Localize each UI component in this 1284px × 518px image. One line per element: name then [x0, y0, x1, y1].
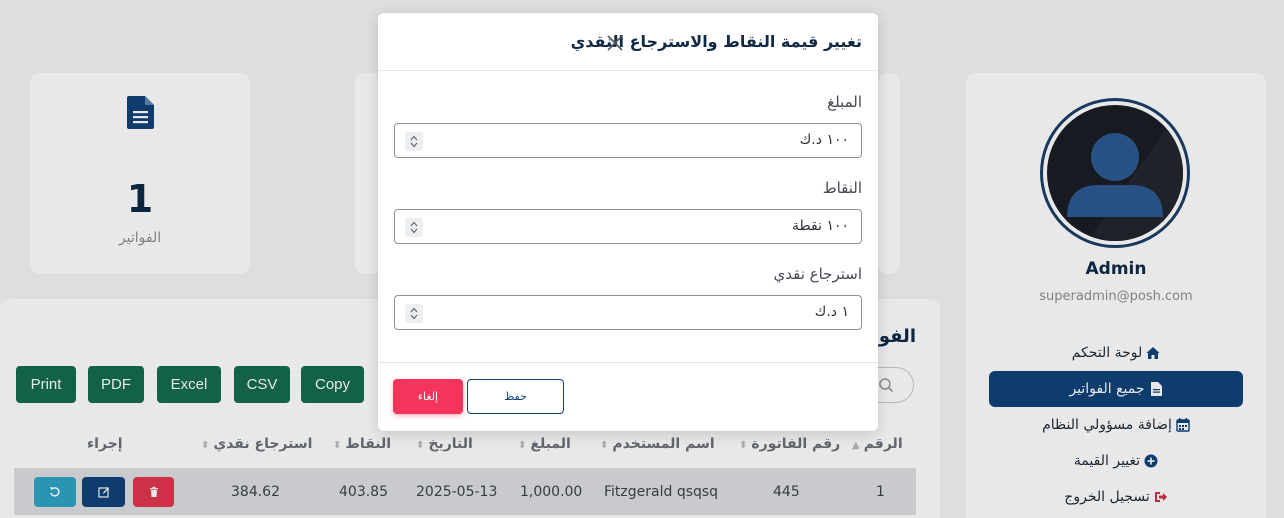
- modal-header: تغيير قيمة النقاط والاسترجاع النقدي: [378, 13, 878, 71]
- points-label: النقاط: [822, 179, 862, 197]
- cashback-value: ١ د.ك: [814, 304, 849, 320]
- save-button[interactable]: حفظ: [467, 379, 564, 414]
- cashback-field[interactable]: ١ د.ك: [394, 295, 862, 330]
- close-icon[interactable]: [606, 34, 624, 52]
- cashback-label: استرجاع نقدي: [773, 265, 862, 283]
- modal-footer: إلغاء حفظ: [378, 362, 878, 431]
- spinner-arrows-icon: [410, 307, 418, 320]
- cancel-button[interactable]: إلغاء: [393, 379, 463, 414]
- number-spinner[interactable]: [405, 304, 423, 323]
- spinner-arrows-icon: [410, 221, 418, 234]
- points-field[interactable]: ١٠٠ نقطة: [394, 209, 862, 244]
- points-value: ١٠٠ نقطة: [792, 218, 849, 234]
- number-spinner[interactable]: [405, 218, 423, 237]
- number-spinner[interactable]: [405, 132, 423, 151]
- spinner-arrows-icon: [410, 135, 418, 148]
- amount-field[interactable]: ١٠٠ د.ك: [394, 123, 862, 158]
- amount-label: المبلغ: [827, 93, 862, 111]
- change-value-modal: تغيير قيمة النقاط والاسترجاع النقدي المب…: [378, 13, 878, 431]
- amount-value: ١٠٠ د.ك: [799, 132, 849, 148]
